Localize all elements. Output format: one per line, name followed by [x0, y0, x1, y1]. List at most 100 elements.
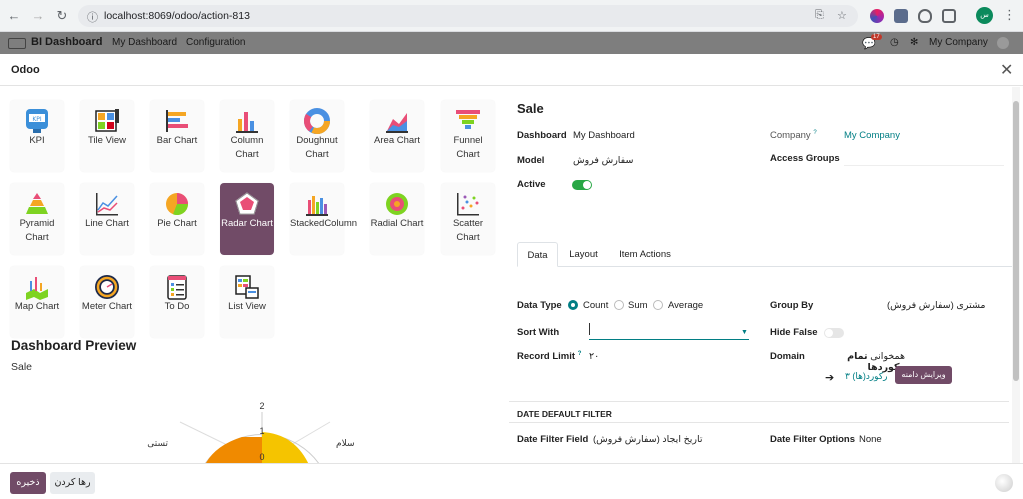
active-toggle[interactable] [572, 180, 592, 190]
close-icon[interactable]: ✕ [1000, 60, 1013, 80]
chart-type-label: KPI [29, 135, 45, 146]
menu-my-dashboard[interactable]: My Dashboard [112, 37, 177, 48]
assistant-bubble-icon[interactable] [995, 474, 1013, 492]
app-name[interactable]: BI Dashboard [31, 36, 103, 48]
debug-icon[interactable]: ✻ [910, 37, 918, 48]
tab-data[interactable]: Data [517, 242, 558, 267]
preview-item-name: Sale [11, 361, 33, 373]
domain-arrow-icon[interactable]: ➔ [825, 371, 834, 384]
chart-type-pyramid[interactable]: Pyramid Chart [10, 183, 64, 255]
radar-point-label-right: سلام [336, 439, 354, 449]
model-value[interactable]: سفارش فروش [573, 155, 633, 166]
chart-type-doughnut[interactable]: Doughnut Chart [290, 100, 344, 172]
chart-type-tile[interactable]: Tile View [80, 100, 134, 172]
date-filter-field-value[interactable]: تاریخ ایجاد (سفارش فروش) [593, 434, 703, 445]
radio-average[interactable] [653, 300, 663, 310]
extension-icon[interactable] [870, 9, 884, 23]
date-filter-options-value[interactable]: None [859, 434, 882, 445]
divider [509, 401, 1009, 402]
record-limit-value[interactable]: ۲۰ [589, 351, 599, 362]
chart-type-radar[interactable]: Radar Chart [220, 183, 274, 255]
column-chart-icon [236, 112, 258, 133]
chart-type-label: Pie Chart [157, 218, 197, 229]
install-app-icon[interactable]: ⎘ [815, 9, 824, 22]
bookmark-star-icon[interactable]: ☆ [837, 9, 847, 22]
discard-button[interactable]: رها کردن [50, 472, 95, 494]
funnel-chart-icon [456, 110, 480, 129]
profile-avatar[interactable]: س [976, 7, 993, 24]
apps-menu-icon[interactable] [8, 38, 26, 49]
dashboard-preview-title: Dashboard Preview [11, 338, 137, 353]
url-text: localhost:8069/odoo/action-813 [104, 10, 250, 22]
edit-domain-button[interactable]: ویرایش دامنه [895, 366, 952, 384]
address-bar[interactable]: ⓘ localhost:8069/odoo/action-813 ⎘ ☆ [78, 5, 858, 27]
chart-type-todo[interactable]: To Do [150, 266, 204, 338]
site-info-icon[interactable]: ⓘ [87, 9, 98, 25]
svg-text:KPI: KPI [32, 116, 42, 123]
sort-with-cursor [589, 323, 590, 335]
chart-type-column[interactable]: Column Chart [220, 100, 274, 172]
clock-icon[interactable]: ◷ [890, 37, 899, 48]
radio-sum[interactable] [614, 300, 624, 310]
chart-type-meter[interactable]: Meter Chart [80, 266, 134, 338]
chart-type-list[interactable]: List View [220, 266, 274, 338]
area-chart-icon [386, 113, 408, 133]
translate-extension-icon[interactable] [894, 9, 908, 23]
scatter-chart-icon [457, 193, 479, 216]
chart-type-funnel[interactable]: Funnel Chart [441, 100, 495, 172]
chart-type-label: Pyramid Chart [19, 218, 55, 243]
company-switcher[interactable]: My Company [929, 37, 988, 48]
doughnut-chart-icon [304, 108, 330, 134]
access-groups-input[interactable] [844, 165, 1004, 166]
hide-false-toggle[interactable] [824, 328, 844, 338]
radio-average-label[interactable]: Average [668, 300, 703, 311]
save-button[interactable]: ذخیره [10, 472, 46, 494]
radio-sum-label[interactable]: Sum [628, 300, 648, 311]
reload-icon[interactable]: ↻ [54, 8, 70, 24]
modal-body: KPI KPI Tile View Bar Chart Column Chart… [0, 87, 1023, 463]
user-avatar[interactable] [997, 37, 1009, 49]
tab-layout[interactable]: Layout [561, 242, 606, 267]
chart-type-line[interactable]: Line Chart [80, 183, 134, 255]
chart-type-radial[interactable]: Radial Chart [370, 183, 424, 255]
company-value[interactable]: My Company [844, 130, 900, 141]
chart-type-area[interactable]: Area Chart [370, 100, 424, 172]
chart-type-label: Meter Chart [81, 301, 133, 312]
chart-type-label: Radar Chart [221, 218, 273, 229]
back-icon[interactable]: ← [6, 8, 22, 24]
chevron-down-icon[interactable]: ▼ [741, 329, 748, 336]
bar-chart-icon [166, 110, 188, 132]
sort-with-select[interactable] [589, 339, 749, 340]
meter-chart-icon [95, 275, 119, 299]
dashboard-value[interactable]: My Dashboard [573, 130, 635, 141]
chart-type-kpi[interactable]: KPI KPI [10, 100, 64, 172]
radio-count[interactable] [568, 300, 578, 310]
chart-type-label: Radial Chart [370, 218, 424, 229]
menu-configuration[interactable]: Configuration [186, 37, 245, 48]
radio-count-label[interactable]: Count [583, 300, 608, 311]
item-name[interactable]: Sale [517, 101, 544, 116]
chart-type-pie[interactable]: Pie Chart [150, 183, 204, 255]
browser-menu-icon[interactable]: ⋮ [1003, 7, 1016, 23]
puzzle-icon[interactable] [942, 9, 956, 23]
group-by-value[interactable]: مشتری (سفارش فروش) [887, 300, 986, 311]
chart-type-stackedcolumn[interactable]: StackedColumn [290, 183, 357, 255]
radar-chart-icon [235, 192, 259, 215]
chart-type-map[interactable]: Map Chart [10, 266, 64, 338]
dashboard-item-dialog: Odoo ✕ KPI KPI Tile View Bar Chart Colum… [0, 54, 1023, 499]
domain-label: Domain [770, 351, 805, 362]
date-filter-options-label: Date Filter Options [770, 434, 855, 445]
radial-chart-icon [386, 193, 408, 215]
kpi-icon: KPI [26, 109, 48, 133]
modal-title: Odoo [11, 64, 40, 76]
forward-icon[interactable]: → [30, 8, 46, 24]
tab-item-actions[interactable]: Item Actions [613, 242, 677, 267]
chart-type-scatter[interactable]: Scatter Chart [441, 183, 495, 255]
chart-type-label: List View [228, 301, 266, 312]
shield-extension-icon[interactable] [918, 9, 932, 23]
chart-type-bar[interactable]: Bar Chart [150, 100, 204, 172]
domain-record-count[interactable]: رکورد(ها) ۳ [845, 371, 887, 382]
stacked-column-icon [306, 196, 328, 216]
scrollbar-thumb[interactable] [1013, 101, 1019, 381]
line-chart-icon [96, 193, 118, 216]
